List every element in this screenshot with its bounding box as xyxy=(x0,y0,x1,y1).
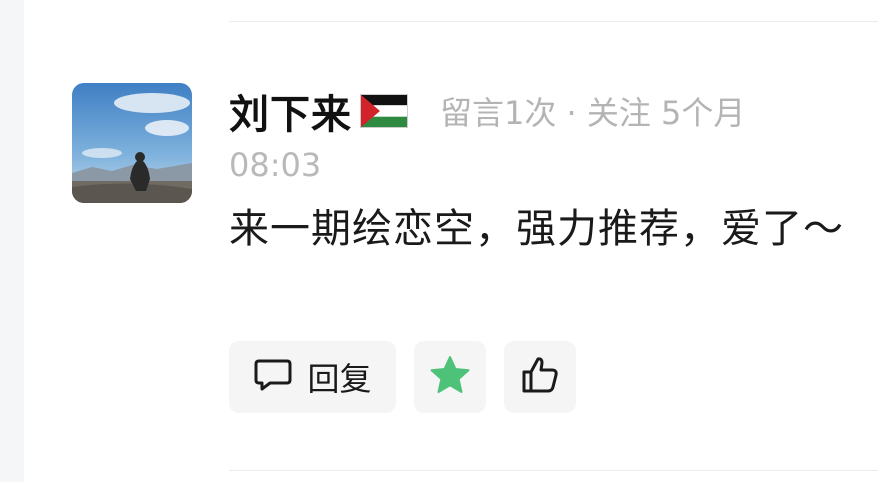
comment-meta: 留言1次 · 关注 5个月 xyxy=(440,94,746,132)
reply-label: 回复 xyxy=(307,360,372,398)
favorite-button[interactable] xyxy=(414,341,486,413)
comment-text: 来一期绘恋空，强力推荐，爱了～ xyxy=(229,206,844,252)
like-button[interactable] xyxy=(504,341,576,413)
comment-actions: 回复 xyxy=(229,341,576,413)
comment-page: 刘下来 留言1次 · 关注 5个月 08:03 来一期绘恋空，强力推荐，爱了～ xyxy=(0,0,878,482)
palestine-flag-icon xyxy=(360,94,408,128)
comment: 刘下来 留言1次 · 关注 5个月 08:03 来一期绘恋空，强力推荐，爱了～ xyxy=(229,80,869,260)
star-icon xyxy=(429,355,471,399)
reply-button[interactable]: 回复 xyxy=(229,341,396,413)
username[interactable]: 刘下来 xyxy=(229,82,352,140)
comment-header: 刘下来 留言1次 · 关注 5个月 xyxy=(229,80,869,142)
speech-bubble-icon xyxy=(253,357,293,397)
thumbs-up-icon xyxy=(520,355,560,399)
divider-bottom xyxy=(229,470,878,471)
avatar[interactable] xyxy=(72,83,192,203)
left-gutter xyxy=(0,0,24,482)
divider-top xyxy=(229,21,878,22)
comment-time: 08:03 xyxy=(229,146,322,184)
